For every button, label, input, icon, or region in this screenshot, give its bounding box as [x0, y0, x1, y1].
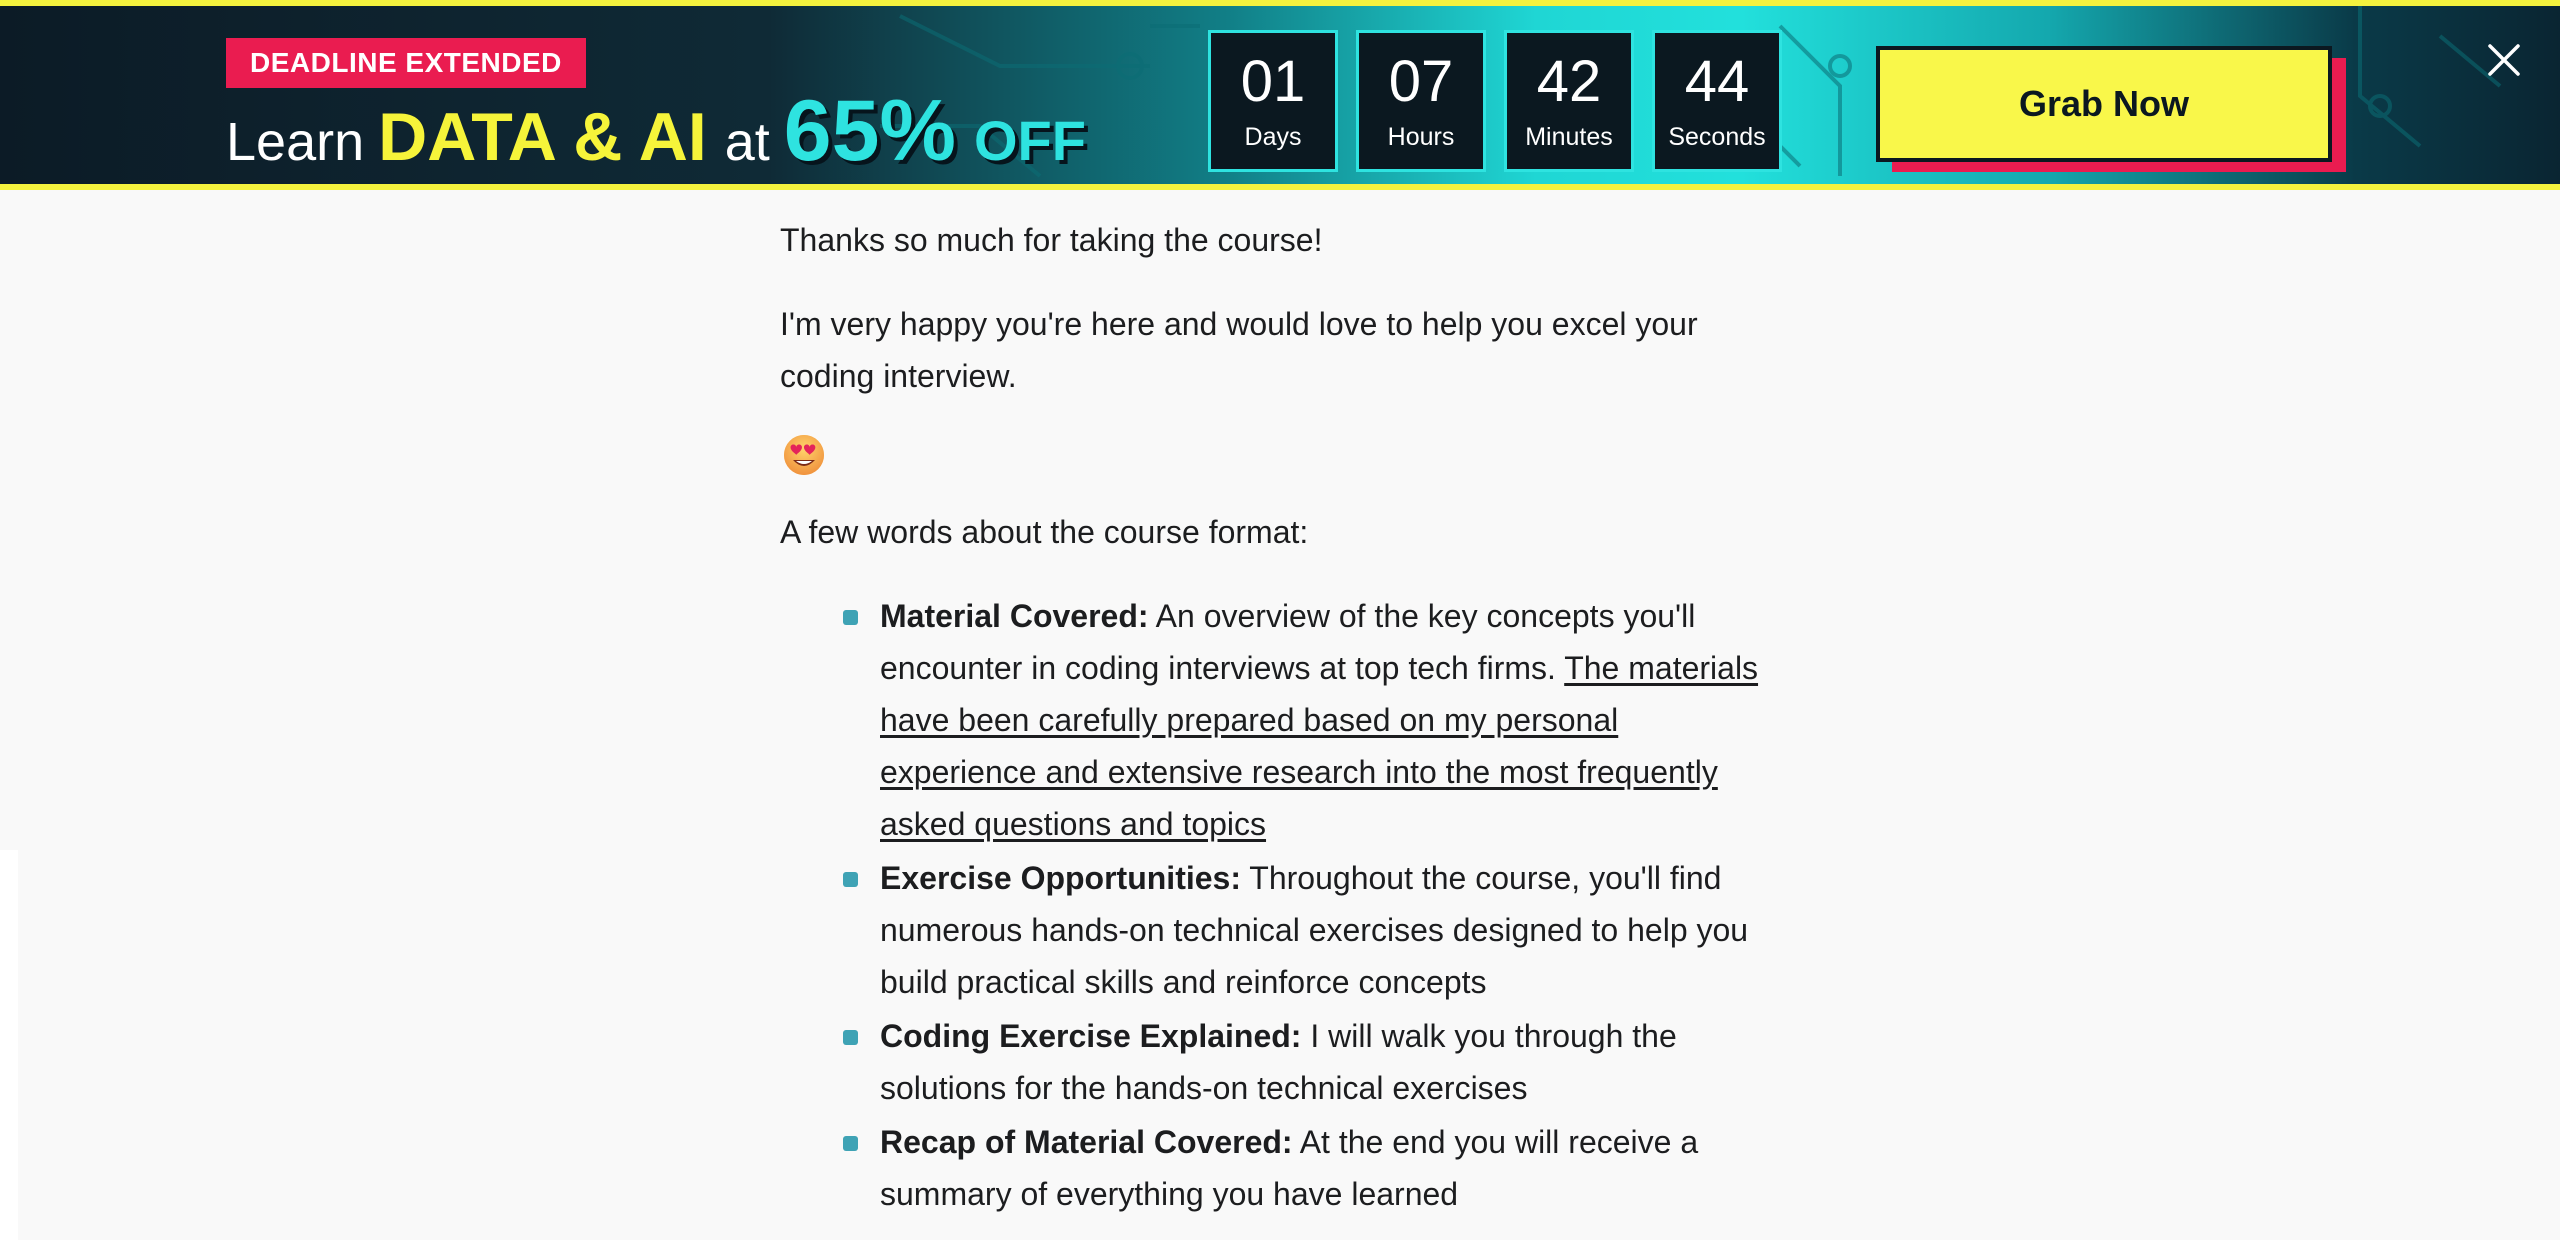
countdown-label: Minutes [1525, 123, 1613, 151]
happy-paragraph: I'm very happy you're here and would lov… [780, 306, 1698, 394]
countdown-label: Seconds [1668, 123, 1766, 151]
headline-off: OFF [973, 109, 1086, 172]
headline-percent: 65% [783, 83, 956, 179]
thanks-paragraph: Thanks so much for taking the course! [780, 222, 1323, 258]
course-welcome-article: Thanks so much for taking the course! I'… [780, 214, 1780, 1222]
promo-banner: DEADLINE EXTENDED Learn DATA & AI at 65%… [0, 0, 2560, 190]
item-title: Exercise Opportunities: [880, 860, 1241, 896]
countdown-value: 44 [1684, 49, 1750, 114]
bullet-icon [843, 872, 858, 887]
countdown-value: 07 [1388, 49, 1454, 114]
bullet-icon [843, 610, 858, 625]
bullet-icon [843, 1136, 858, 1151]
headline-learn: Learn [226, 112, 365, 172]
countdown-timer: 01 Days 07 Hours 42 Minutes 44 Seconds [1208, 30, 1782, 172]
bullet-icon [843, 1030, 858, 1045]
countdown-hours: 07 Hours [1356, 30, 1486, 172]
item-title: Recap of Material Covered: [880, 1124, 1293, 1160]
course-format-list: Material Covered: An overview of the key… [780, 590, 1780, 1220]
countdown-days: 01 Days [1208, 30, 1338, 172]
headline-subject: DATA & AI [378, 99, 707, 175]
countdown-value: 42 [1536, 49, 1602, 114]
countdown-label: Hours [1387, 123, 1455, 151]
item-title: Material Covered: [880, 598, 1149, 634]
list-item: Coding Exercise Explained: I will walk y… [780, 1010, 1780, 1114]
promo-headline: Learn DATA & AI at 65% OFF [226, 82, 1086, 179]
list-item: Exercise Opportunities: Throughout the c… [780, 852, 1780, 1008]
heart-eyes-emoji-icon [784, 435, 824, 475]
format-intro: A few words about the course format: [780, 514, 1309, 550]
countdown-minutes: 42 Minutes [1504, 30, 1634, 172]
list-item: Material Covered: An overview of the key… [780, 590, 1780, 850]
grab-now-button[interactable]: Grab Now [1876, 46, 2332, 162]
close-icon [2488, 44, 2520, 76]
countdown-value: 01 [1240, 49, 1306, 114]
close-banner-button[interactable] [2484, 40, 2524, 80]
item-title: Coding Exercise Explained: [880, 1018, 1302, 1054]
countdown-label: Days [1244, 123, 1302, 151]
left-edge-strip [0, 850, 18, 1240]
headline-at: at [724, 112, 770, 172]
countdown-seconds: 44 Seconds [1652, 30, 1782, 172]
deadline-badge: DEADLINE EXTENDED [226, 38, 586, 88]
list-item: Recap of Material Covered: At the end yo… [780, 1116, 1780, 1220]
